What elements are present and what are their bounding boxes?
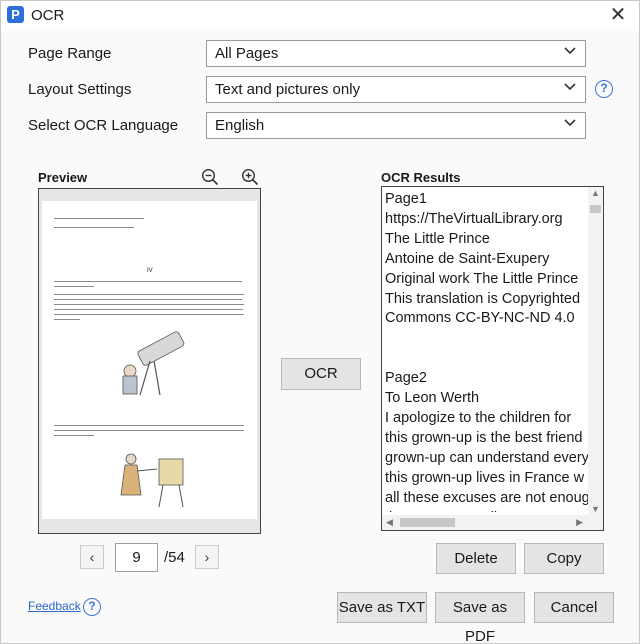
- feedback-help-icon[interactable]: ?: [83, 598, 101, 616]
- ocr-results-text: Page1 https://TheVirtualLibrary.org The Li…: [385, 190, 590, 512]
- ocr-result-line: Original work The Little Prince: [385, 270, 579, 287]
- chevron-down-icon: [564, 119, 576, 127]
- page-thumbnail: IV: [42, 201, 257, 519]
- save-as-txt-button[interactable]: Save as TXT: [337, 592, 427, 623]
- chevron-down-icon: [564, 47, 576, 55]
- ocr-result-line: grown-up can understand every: [385, 449, 589, 466]
- page-range-select[interactable]: All Pages: [206, 40, 586, 67]
- page-total: /54: [164, 549, 185, 566]
- zoom-in-icon[interactable]: [241, 168, 259, 186]
- text-line: [54, 309, 243, 311]
- page-range-value: All Pages: [215, 45, 279, 62]
- scroll-thumb[interactable]: [590, 205, 601, 213]
- preview-title: Preview: [38, 170, 88, 185]
- text-line: [54, 430, 244, 432]
- text-line: [54, 314, 244, 316]
- scroll-up-icon[interactable]: ▲: [591, 188, 600, 198]
- text-line: [54, 218, 144, 220]
- layout-help-icon[interactable]: ?: [595, 80, 613, 98]
- ocr-result-line: https://TheVirtualLibrary.org: [385, 210, 563, 227]
- ocr-result-line: [385, 329, 590, 349]
- ocr-result-line: Page1: [385, 191, 427, 207]
- layout-settings-select[interactable]: Text and pictures only: [206, 76, 586, 103]
- feedback-link[interactable]: Feedback: [28, 599, 81, 613]
- ocr-result-line: all these excuses are not enoug: [385, 489, 590, 506]
- text-line: [54, 227, 134, 229]
- next-page-button[interactable]: ›: [195, 545, 219, 569]
- ocr-results-textarea[interactable]: Page1 https://TheVirtualLibrary.org The Li…: [381, 186, 604, 531]
- delete-button[interactable]: Delete: [436, 543, 516, 574]
- ocr-result-line: [385, 349, 590, 369]
- page-range-label: Page Range: [28, 45, 112, 62]
- chevron-down-icon: [564, 83, 576, 91]
- ocr-result-line: I apologize to the children for: [385, 409, 572, 426]
- text-line: [54, 304, 244, 306]
- scroll-left-icon[interactable]: ◀: [386, 517, 393, 528]
- text-line: [54, 286, 94, 288]
- ocr-language-value: English: [215, 117, 265, 134]
- ocr-results-title: OCR Results: [381, 170, 461, 185]
- app-logo-icon: P: [7, 6, 24, 23]
- text-line: [54, 299, 242, 301]
- text-line: [54, 425, 244, 427]
- window-title: OCR: [31, 7, 65, 24]
- ocr-result-line: that grown-up. All: [385, 509, 590, 513]
- ocr-result-line: Antoine de Saint-Exupery: [385, 250, 550, 267]
- scroll-down-icon[interactable]: ▼: [591, 504, 600, 514]
- astronomer-illustration: [120, 453, 184, 508]
- copy-button[interactable]: Copy: [524, 543, 604, 574]
- ocr-result-line: To Leon Werth: [385, 390, 480, 407]
- ocr-result-line: Page2: [385, 370, 427, 387]
- ocr-language-label: Select OCR Language: [28, 117, 179, 134]
- ocr-dialog: P OCR ✕ Page Range All Pages Layout Sett…: [0, 0, 640, 644]
- text-line: [54, 319, 80, 321]
- page-number-input[interactable]: 9: [115, 543, 158, 572]
- prev-page-button[interactable]: ‹: [80, 545, 104, 569]
- layout-settings-label: Layout Settings: [28, 81, 132, 98]
- text-line: [54, 435, 94, 437]
- scroll-right-icon[interactable]: ▶: [576, 517, 583, 528]
- ocr-result-line: The Little Prince: [385, 230, 490, 247]
- ocr-language-select[interactable]: English: [206, 112, 586, 139]
- text-line: [54, 294, 244, 296]
- zoom-out-icon[interactable]: [201, 168, 219, 186]
- scroll-thumb[interactable]: [400, 518, 455, 527]
- ocr-result-line: This translation is Copyrighted: [385, 290, 581, 307]
- ocr-result-line: this grown-up is the best friend: [385, 429, 583, 446]
- ocr-result-line: Commons CC-BY-NC-ND 4.0: [385, 310, 575, 327]
- ocr-button[interactable]: OCR: [281, 358, 361, 390]
- save-as-pdf-button[interactable]: Save as PDF: [435, 592, 525, 644]
- layout-settings-value: Text and pictures only: [215, 81, 361, 98]
- title-bar: P OCR ✕: [1, 1, 639, 31]
- text-line: [54, 281, 242, 283]
- ocr-result-line: this grown-up lives in France w: [385, 469, 585, 486]
- preview-pane[interactable]: IV: [38, 188, 261, 534]
- close-button[interactable]: ✕: [607, 4, 629, 26]
- vertical-scrollbar[interactable]: ▲ ▼: [588, 187, 603, 515]
- telescope-illustration: [122, 331, 185, 396]
- cancel-button[interactable]: Cancel: [534, 592, 614, 623]
- horizontal-scrollbar[interactable]: ◀ ▶: [382, 515, 603, 530]
- chapter-heading: IV: [147, 268, 153, 274]
